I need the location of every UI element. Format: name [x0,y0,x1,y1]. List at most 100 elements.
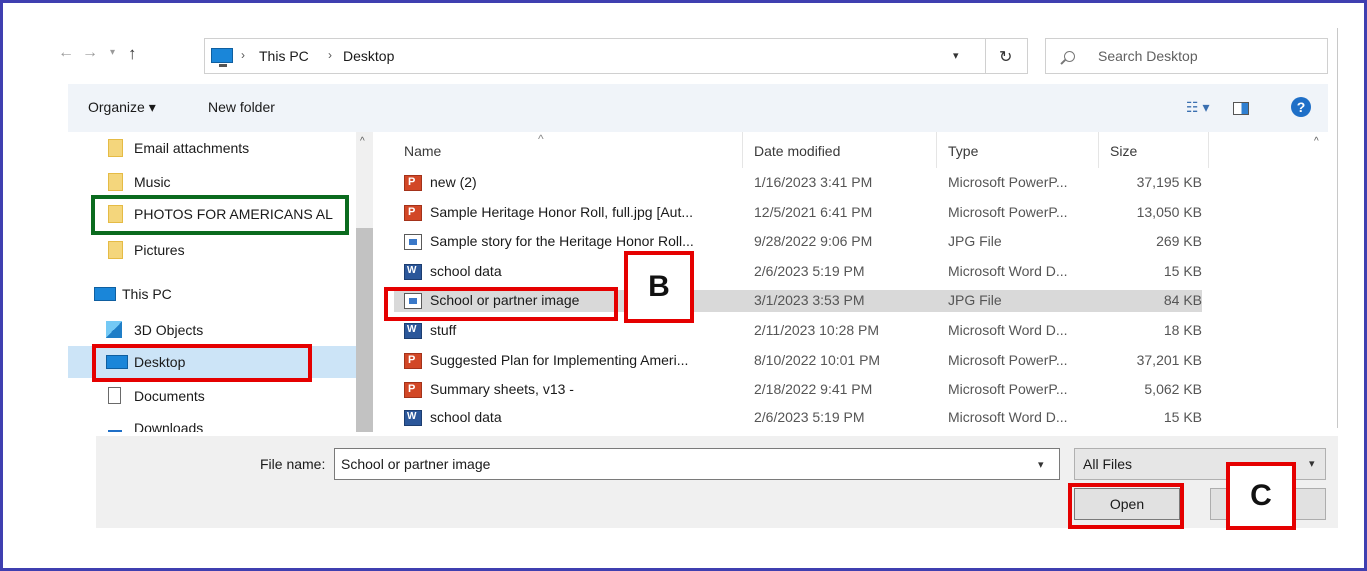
highlight-photos-folder [91,195,349,235]
change-view-icon[interactable]: ☷ ▾ [1186,99,1209,116]
file-date: 2/11/2023 10:28 PM [754,322,880,338]
chevron-down-icon[interactable]: ▾ [953,49,959,62]
back-arrow-icon[interactable]: ← [58,44,74,62]
file-name: Summary sheets, v13 - [430,381,574,397]
file-type: Microsoft PowerP... [948,174,1068,190]
column-header-size[interactable]: Size [1110,143,1137,159]
scroll-up-icon[interactable]: ^ [1314,136,1319,147]
file-date: 1/16/2023 3:41 PM [754,174,873,190]
search-icon [1064,51,1075,62]
file-date: 2/6/2023 5:19 PM [754,409,865,425]
nav-item-label: 3D Objects [134,322,204,338]
highlight-open-button [1068,483,1184,529]
file-list: ^ Name Date modified Type Size new (2) 1… [380,132,1328,432]
file-size: 13,050 KB [1136,204,1202,220]
file-name: new (2) [430,174,477,190]
file-name: school data [430,263,502,279]
file-date: 2/6/2023 5:19 PM [754,263,865,279]
file-row[interactable]: school data 2/6/2023 5:19 PM Microsoft W… [394,407,1202,429]
file-name-input[interactable] [334,448,1060,480]
breadcrumb-desktop[interactable]: Desktop [343,48,394,64]
cube-icon [106,321,122,338]
word-file-icon [404,323,422,339]
file-size: 15 KB [1163,409,1202,425]
highlight-desktop [92,344,312,382]
file-row[interactable]: stuff 2/11/2023 10:28 PM Microsoft Word … [394,320,1202,342]
file-row[interactable]: school data 2/6/2023 5:19 PM Microsoft W… [394,261,1202,283]
highlight-selected-file [384,287,618,321]
computer-icon [94,287,116,301]
file-size: 15 KB [1163,263,1202,279]
sort-ascending-icon: ^ [538,132,544,146]
nav-scrollbar-thumb[interactable] [356,228,373,432]
powerpoint-file-icon [404,353,422,369]
nav-item-pictures[interactable]: Pictures [68,234,358,266]
organize-button[interactable]: Organize ▾ [88,99,156,116]
file-date: 12/5/2021 6:41 PM [754,204,873,220]
image-file-icon [404,234,422,250]
folder-icon [108,241,123,259]
nav-item-label: Pictures [134,242,185,258]
column-header-type[interactable]: Type [948,143,978,159]
nav-item-3d-objects[interactable]: 3D Objects [68,314,358,346]
file-size: 18 KB [1163,322,1202,338]
nav-item-email-attachments[interactable]: Email attachments [68,132,358,164]
powerpoint-file-icon [404,175,422,191]
file-size: 84 KB [1163,292,1202,308]
column-header-name[interactable]: Name [404,143,441,159]
address-bar[interactable]: › This PC › Desktop ▾ ↻ [204,38,1028,74]
file-date: 9/28/2022 9:06 PM [754,233,873,249]
folder-icon [108,173,123,191]
annotation-label-c: C [1226,462,1296,530]
chevron-down-icon[interactable]: ▾ [1038,458,1044,471]
scroll-up-icon[interactable]: ^ [360,136,365,147]
file-type: Microsoft PowerP... [948,204,1068,220]
annotation-label-b: B [624,251,694,323]
nav-item-documents[interactable]: Documents [68,380,358,412]
file-size: 37,195 KB [1136,174,1202,190]
preview-pane-icon[interactable] [1233,102,1249,115]
navigation-pane: Email attachments Music PHOTOS FOR AMERI… [68,132,373,432]
help-icon[interactable]: ? [1291,97,1311,117]
chevron-down-icon: ▾ [1309,458,1315,470]
new-folder-button[interactable]: New folder [208,99,275,115]
documents-icon [108,387,121,404]
file-type: Microsoft PowerP... [948,352,1068,368]
computer-icon [211,48,233,67]
file-row[interactable]: Sample Heritage Honor Roll, full.jpg [Au… [394,202,1202,224]
file-type-filter-value: All Files [1083,456,1133,472]
refresh-icon[interactable]: ↻ [999,47,1012,67]
column-divider[interactable] [1098,132,1099,168]
nav-item-this-pc[interactable]: This PC [68,278,358,310]
file-name: Sample story for the Heritage Honor Roll… [430,233,694,249]
file-type: JPG File [948,292,1002,308]
file-size: 269 KB [1156,233,1202,249]
recent-locations-chevron-icon[interactable]: ▾ [110,47,115,58]
breadcrumb-this-pc[interactable]: This PC [259,48,309,64]
forward-arrow-icon[interactable]: → [82,44,98,62]
column-header-date[interactable]: Date modified [754,143,840,159]
file-row[interactable]: Summary sheets, v13 - 2/18/2022 9:41 PM … [394,379,1202,401]
dialog-border [1337,28,1338,428]
file-name: Sample Heritage Honor Roll, full.jpg [Au… [430,204,694,220]
file-type: Microsoft Word D... [948,409,1068,425]
file-size: 37,201 KB [1136,352,1202,368]
column-divider[interactable] [742,132,743,168]
column-divider[interactable] [936,132,937,168]
search-placeholder: Search Desktop [1098,48,1198,64]
file-name: stuff [430,322,457,338]
nav-item-label: Email attachments [134,140,250,156]
file-name: Suggested Plan for Implementing Ameri... [430,352,689,368]
file-size: 5,062 KB [1144,381,1202,397]
nav-item-downloads[interactable]: Downloads [68,412,358,432]
up-arrow-icon[interactable]: ↑ [128,44,137,64]
file-row[interactable]: Sample story for the Heritage Honor Roll… [394,231,1202,253]
search-input[interactable]: Search Desktop [1045,38,1328,74]
breadcrumb-separator: › [241,48,245,62]
column-divider[interactable] [1208,132,1209,168]
command-bar: Organize ▾ New folder ☷ ▾ ? [68,84,1328,132]
nav-item-music[interactable]: Music [68,166,358,198]
file-name: school data [430,409,502,425]
file-row[interactable]: new (2) 1/16/2023 3:41 PM Microsoft Powe… [394,172,1202,194]
file-row[interactable]: Suggested Plan for Implementing Ameri...… [394,350,1202,372]
